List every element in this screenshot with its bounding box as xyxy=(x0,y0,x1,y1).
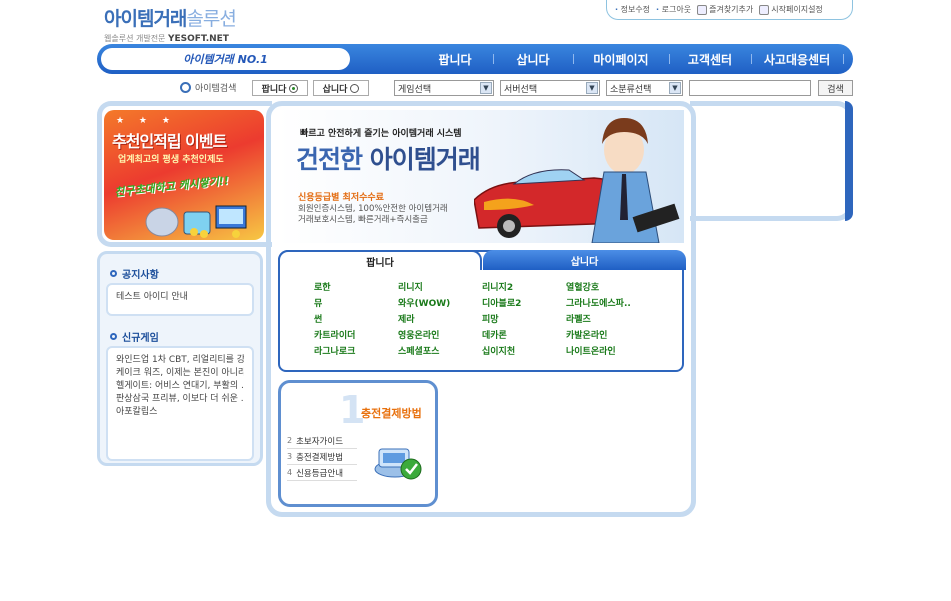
game-link[interactable]: 썬 xyxy=(314,312,398,324)
buy-radio[interactable]: 삽니다 xyxy=(313,80,369,96)
banner-title: 건전한 아이템거래 xyxy=(296,145,481,174)
logout-link[interactable]: · 로그아웃 xyxy=(656,4,691,15)
nav-item-buy[interactable]: 삽니다 xyxy=(493,44,573,74)
profile-link[interactable]: · 정보수정 xyxy=(615,4,650,15)
bookmark-link[interactable]: 즐겨찾기추가 xyxy=(697,4,753,15)
stars-icon: ★ ★ ★ xyxy=(116,116,176,126)
site-logo[interactable]: 아이템거래솔루션 웹솔루션 개발전문 YESOFT.NET xyxy=(104,4,237,44)
game-tabs-panel: 팝니다 삽니다 로한 리니지 리니지2 열혈강호 뮤 와우(WOW) 디아블로2… xyxy=(278,250,686,372)
game-link[interactable]: 뮤 xyxy=(314,296,398,308)
game-select[interactable]: 게임선택 ▼ xyxy=(394,80,494,96)
game-link[interactable]: 로한 xyxy=(314,280,398,292)
newgame-heading: 신규게임 xyxy=(110,329,159,344)
logo-title: 아이템거래솔루션 xyxy=(104,8,237,30)
mascot-car-illustration xyxy=(474,118,680,243)
referral-event-banner[interactable]: ★ ★ ★ 추천인적립 이벤트 업계최고의 평생 추천인제도 친구초대하고 캐시… xyxy=(104,110,264,240)
radio-empty-icon xyxy=(350,83,360,93)
newgame-item[interactable]: 헬게이트: 어비스 연대기, 부활의 .. xyxy=(116,380,244,393)
search-bar: 아이템검색 팝니다 삽니다 게임선택 ▼ 서버선택 ▼ 소분류선택 ▼ 검색 xyxy=(0,80,951,96)
search-input[interactable] xyxy=(689,80,811,96)
game-link[interactable]: 라펠즈 xyxy=(566,312,650,324)
event-title: 추천인적립 이벤트 xyxy=(112,132,227,151)
dropdown-arrow-icon: ▼ xyxy=(669,82,681,94)
sell-radio[interactable]: 팝니다 xyxy=(252,80,308,96)
game-link[interactable]: 피망 xyxy=(482,312,566,324)
newgame-list: 와인드업 1차 CBT, 리얼리티를 강조.. 케이크 워즈, 이제는 본진이 … xyxy=(106,346,254,461)
game-link[interactable]: 리니지2 xyxy=(482,280,566,292)
search-icon xyxy=(180,82,191,93)
payment-menu-item[interactable]: 4 신용등급안내 xyxy=(287,465,357,481)
game-link[interactable]: 리니지 xyxy=(398,280,482,292)
homepage-icon xyxy=(759,4,770,15)
notice-item[interactable]: 테스트 아이디 안내 xyxy=(116,291,244,304)
event-note: 친구초대하고 캐시쌓기!! xyxy=(113,174,230,199)
game-link[interactable]: 제라 xyxy=(398,312,482,324)
nav-badge: 아이템거래 NO.1 xyxy=(101,48,350,70)
radio-selected-icon xyxy=(289,83,299,93)
game-link[interactable]: 카발온라인 xyxy=(566,328,650,340)
search-button[interactable]: 검색 xyxy=(818,80,853,96)
gift-icon xyxy=(145,205,247,238)
banner-line: 거래보호시스템, 빠른거래+즉시출금 xyxy=(298,215,428,225)
newgame-item[interactable]: 케이크 워즈, 이제는 본진이 아니라.. xyxy=(116,367,244,380)
nav-item-support[interactable]: 고객센터 xyxy=(669,44,751,74)
top-links: · 정보수정 · 로그아웃 즐겨찾기추가 시작페이지설정 xyxy=(606,0,853,20)
secure-payment-icon xyxy=(374,448,422,480)
main-banner[interactable]: 빠르고 안전하게 즐기는 아이템거래 시스템 건전한 아이템거래 신용등급별 최… xyxy=(278,110,684,243)
game-link[interactable]: 스페셜포스 xyxy=(398,344,482,356)
nav-item-sell[interactable]: 팝니다 xyxy=(417,44,493,74)
tab-buy[interactable]: 삽니다 xyxy=(483,250,686,270)
frame-decoration xyxy=(690,101,853,221)
main-nav: 아이템거래 NO.1 팝니다 삽니다 마이페이지 고객센터 사고대응센터 이용안… xyxy=(97,44,907,74)
game-link[interactable]: 영웅온라인 xyxy=(398,328,482,340)
newgame-item[interactable]: 아포칼립스 xyxy=(116,406,244,419)
game-link[interactable]: 그라나도에스파.. xyxy=(566,296,650,308)
search-label: 아이템검색 xyxy=(180,81,236,94)
homepage-link[interactable]: 시작페이지설정 xyxy=(759,4,823,15)
frame-accent xyxy=(845,101,853,221)
logo-subtitle: 웹솔루션 개발전문 YESOFT.NET xyxy=(104,34,229,44)
nav-item-guide[interactable]: 이용안내 xyxy=(843,44,927,74)
payment-menu-item[interactable]: 3 충전결제방법 xyxy=(287,449,357,465)
game-link[interactable]: 카트라이더 xyxy=(314,328,398,340)
notice-list: 테스트 아이디 안내 xyxy=(106,283,254,316)
bullet-icon xyxy=(110,333,117,340)
payment-title[interactable]: 충전결제방법 xyxy=(361,405,422,421)
payment-menu-item[interactable]: 2 초보자가이드 xyxy=(287,433,357,449)
game-link[interactable]: 나이트온라인 xyxy=(566,344,650,356)
dropdown-arrow-icon: ▼ xyxy=(586,82,598,94)
payment-menu: 2 초보자가이드 3 충전결제방법 4 신용등급안내 xyxy=(287,433,357,481)
game-link[interactable]: 와우(WOW) xyxy=(398,296,482,308)
payment-guide-box: 1 충전결제방법 2 초보자가이드 3 충전결제방법 4 신용등급안내 xyxy=(278,380,438,507)
nav-item-incident[interactable]: 사고대응센터 xyxy=(751,44,843,74)
banner-tagline: 빠르고 안전하게 즐기는 아이템거래 시스템 xyxy=(300,129,462,139)
tab-sell[interactable]: 팝니다 xyxy=(278,250,482,270)
dropdown-arrow-icon: ▼ xyxy=(480,82,492,94)
game-link[interactable]: 십이지천 xyxy=(482,344,566,356)
game-link[interactable]: 열혈강호 xyxy=(566,280,650,292)
game-list: 로한 리니지 리니지2 열혈강호 뮤 와우(WOW) 디아블로2 그라나도에스파… xyxy=(314,280,650,356)
notice-heading: 공지사항 xyxy=(110,266,159,281)
game-link[interactable]: 디아블로2 xyxy=(482,296,566,308)
newgame-item[interactable]: 와인드업 1차 CBT, 리얼리티를 강조.. xyxy=(116,354,244,367)
bullet-icon xyxy=(110,270,117,277)
category-select[interactable]: 소분류선택 ▼ xyxy=(606,80,683,96)
bookmark-icon xyxy=(697,4,708,15)
server-select[interactable]: 서버선택 ▼ xyxy=(500,80,600,96)
side-panel: 공지사항 테스트 아이디 안내 신규게임 와인드업 1차 CBT, 리얼리티를 … xyxy=(97,251,263,466)
nav-item-mypage[interactable]: 마이페이지 xyxy=(573,44,669,74)
game-link[interactable]: 데카론 xyxy=(482,328,566,340)
newgame-item[interactable]: 판상삼국 프리뷰, 이보다 더 쉬운 .. xyxy=(116,393,244,406)
game-link[interactable]: 라그나로크 xyxy=(314,344,398,356)
event-subtitle: 업계최고의 평생 추천인제도 xyxy=(118,155,224,165)
